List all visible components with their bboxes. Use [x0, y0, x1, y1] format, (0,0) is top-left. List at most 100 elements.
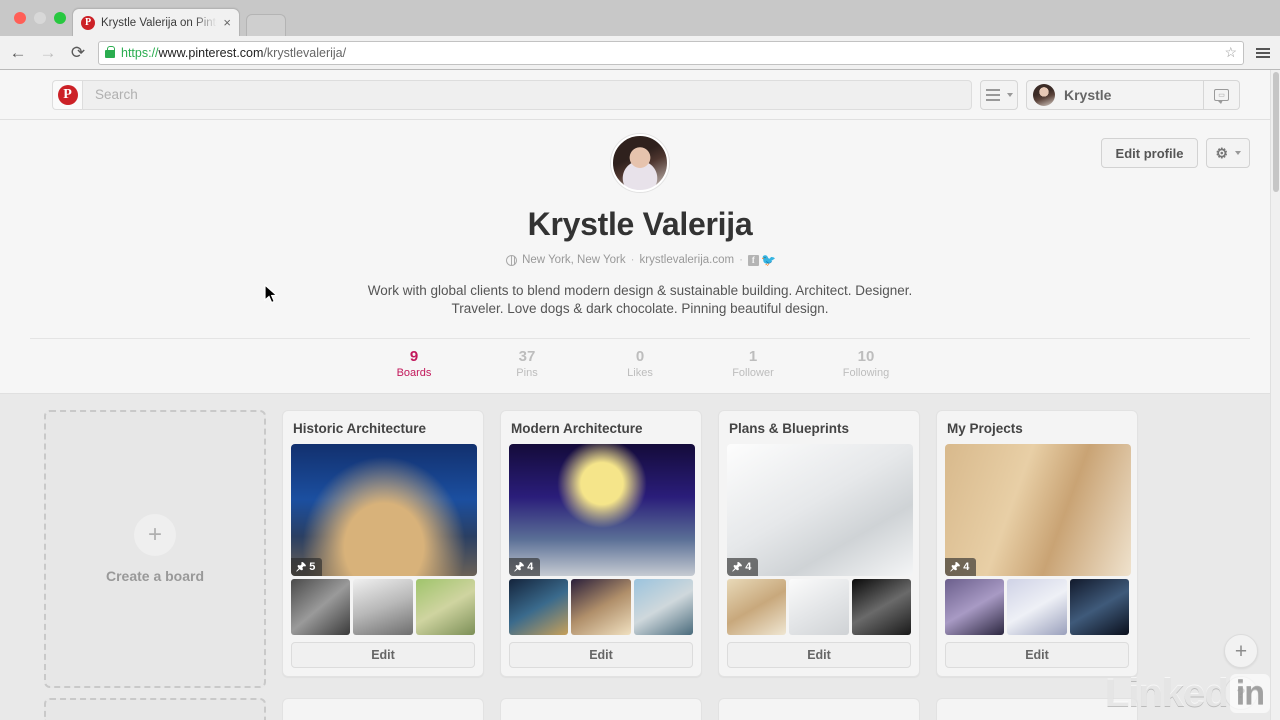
- edit-board-button[interactable]: Edit: [945, 642, 1129, 668]
- board-card[interactable]: Plans & Blueprints 🖈 4 Edit: [718, 410, 920, 677]
- board-title[interactable]: My Projects: [947, 421, 1129, 436]
- globe-icon: [506, 254, 518, 266]
- reload-icon[interactable]: ⟳: [68, 44, 88, 61]
- pushpin-icon: 🖈: [514, 560, 525, 573]
- board-card-stub[interactable]: [500, 698, 702, 720]
- search-input[interactable]: [95, 87, 959, 102]
- forward-icon[interactable]: →: [38, 44, 58, 61]
- messages-button[interactable]: ▭: [1204, 79, 1240, 110]
- stat-likes[interactable]: 0 Likes: [584, 348, 697, 379]
- board-card[interactable]: Modern Architecture 🖈 4 Edit: [500, 410, 702, 677]
- board-thumbnail[interactable]: [633, 579, 693, 635]
- user-menu-button[interactable]: Krystle: [1026, 79, 1204, 110]
- profile-section: Edit profile ⚙ Krystle Valerija New York…: [0, 120, 1280, 394]
- message-bubble-icon: ▭: [1214, 88, 1229, 104]
- browser-tab[interactable]: P Krystle Valerija on Pinteres ×: [72, 8, 240, 36]
- url-path: /krystlevalerija/: [263, 45, 347, 60]
- stat-follower[interactable]: 1 Follower: [697, 348, 810, 379]
- board-thumbnail[interactable]: [291, 579, 351, 635]
- board-thumbnails: [291, 579, 475, 635]
- stat-label: Pins: [516, 367, 538, 379]
- pin-count: 4: [745, 561, 752, 573]
- profile-location: New York, New York: [522, 254, 626, 266]
- edit-profile-button[interactable]: Edit profile: [1100, 138, 1199, 168]
- board-cover-image[interactable]: 🖈 4: [945, 444, 1131, 576]
- board-card-stub[interactable]: [936, 698, 1138, 720]
- stat-label: Follower: [732, 367, 774, 379]
- maximize-window-button[interactable]: [54, 12, 66, 24]
- stat-label: Following: [842, 367, 890, 379]
- page-title: Krystle Valerija: [527, 206, 753, 242]
- settings-dropdown-button[interactable]: ⚙: [1206, 138, 1250, 168]
- plus-icon: +: [134, 514, 176, 556]
- board-cover-image[interactable]: 🖈 5: [291, 444, 477, 576]
- pinterest-logo-button[interactable]: P: [52, 79, 82, 110]
- scrollbar-thumb[interactable]: [1273, 72, 1279, 192]
- page-scrollbar[interactable]: [1270, 70, 1280, 720]
- stat-following[interactable]: 10 Following: [810, 348, 923, 379]
- board-card-stub[interactable]: [282, 698, 484, 720]
- board-title[interactable]: Historic Architecture: [293, 421, 475, 436]
- board-thumbnail[interactable]: [1007, 579, 1067, 635]
- minimize-window-button[interactable]: [34, 12, 46, 24]
- board-card[interactable]: Historic Architecture 🖈 5 Edit: [282, 410, 484, 677]
- board-thumbnail[interactable]: [1069, 579, 1129, 635]
- tab-strip: P Krystle Valerija on Pinteres ×: [0, 0, 1280, 36]
- add-pin-button[interactable]: +: [1224, 634, 1258, 668]
- board-title[interactable]: Plans & Blueprints: [729, 421, 911, 436]
- browser-menu-icon[interactable]: [1254, 46, 1272, 60]
- board-thumbnail[interactable]: [727, 579, 787, 635]
- board-thumbnail[interactable]: [789, 579, 849, 635]
- edit-board-button[interactable]: Edit: [727, 642, 911, 668]
- board-title[interactable]: Modern Architecture: [511, 421, 693, 436]
- stat-value: 0: [635, 348, 645, 365]
- stat-value: 37: [518, 348, 536, 365]
- board-thumbnail[interactable]: [851, 579, 911, 635]
- address-bar[interactable]: https://www.pinterest.com/krystlevalerij…: [98, 40, 1244, 65]
- edit-board-button[interactable]: Edit: [291, 642, 475, 668]
- board-thumbnails: [727, 579, 911, 635]
- board-thumbnail[interactable]: [571, 579, 631, 635]
- boards-grid-next-row: [0, 698, 1280, 720]
- profile-avatar[interactable]: [611, 134, 669, 192]
- board-card[interactable]: My Projects 🖈 4 Edit: [936, 410, 1138, 677]
- board-card-stub[interactable]: [718, 698, 920, 720]
- board-thumbnail[interactable]: [945, 579, 1005, 635]
- board-thumbnails: [945, 579, 1129, 635]
- stat-value: 10: [857, 348, 875, 365]
- stat-boards[interactable]: 9 Boards: [358, 348, 471, 379]
- close-tab-icon[interactable]: ×: [223, 16, 231, 29]
- board-thumbnail[interactable]: [509, 579, 569, 635]
- profile-actions: Edit profile ⚙: [1100, 138, 1250, 168]
- back-icon[interactable]: ←: [8, 44, 28, 61]
- search-box[interactable]: [82, 79, 972, 110]
- board-thumbnail[interactable]: [353, 579, 413, 635]
- create-board-card[interactable]: + Create a board: [44, 410, 266, 688]
- help-button[interactable]: ?: [1224, 676, 1258, 710]
- stat-value: 1: [748, 348, 758, 365]
- meta-separator: ·: [739, 254, 743, 266]
- new-tab-button[interactable]: [246, 14, 286, 36]
- browser-toolbar: ← → ⟳ https://www.pinterest.com/krystlev…: [0, 36, 1280, 70]
- profile-meta: New York, New York · krystlevalerija.com…: [0, 253, 1280, 267]
- stat-value: 9: [409, 348, 419, 365]
- twitter-icon[interactable]: 🐦: [761, 253, 776, 267]
- board-card-stub[interactable]: [44, 698, 266, 720]
- pinterest-page: P Krystle ▭ Edit profile ⚙: [0, 70, 1280, 720]
- stat-pins[interactable]: 37 Pins: [471, 348, 584, 379]
- edit-board-button[interactable]: Edit: [509, 642, 693, 668]
- board-cover-image[interactable]: 🖈 4: [509, 444, 695, 576]
- profile-website-link[interactable]: krystlevalerija.com: [639, 254, 734, 266]
- profile-stats-wrap: 9 Boards 37 Pins 0 Likes 1 Follower 10 Following: [0, 338, 1280, 393]
- close-window-button[interactable]: [14, 12, 26, 24]
- meta-separator: ·: [630, 254, 635, 266]
- pushpin-icon: 🖈: [296, 560, 307, 573]
- board-cover-image[interactable]: 🖈 4: [727, 444, 913, 576]
- chevron-down-icon: [1235, 151, 1241, 155]
- board-thumbnail[interactable]: [415, 579, 475, 635]
- bookmark-star-icon[interactable]: ☆: [1224, 44, 1237, 61]
- header-menu-button[interactable]: [980, 79, 1018, 110]
- board-thumbnails: [509, 579, 693, 635]
- user-avatar-icon: [1033, 83, 1055, 106]
- facebook-icon[interactable]: f: [747, 254, 759, 266]
